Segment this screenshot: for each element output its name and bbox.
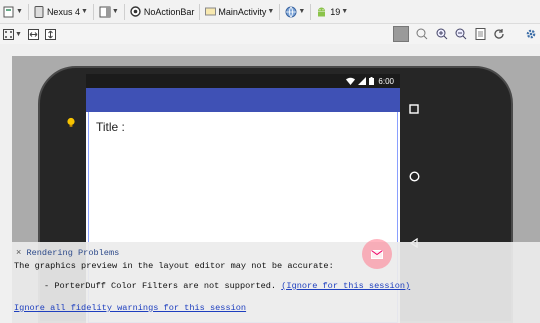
activity-label: MainActivity: [218, 6, 267, 17]
ignore-for-session-link[interactable]: (Ignore for this session): [281, 281, 410, 291]
status-time: 6:00: [378, 76, 394, 86]
zoom-actual-size-button[interactable]: [413, 24, 431, 44]
zoom-in-icon: [436, 28, 448, 40]
ignore-all-fidelity-warnings-link[interactable]: Ignore all fidelity warnings for this se…: [14, 303, 246, 313]
recents-icon: [409, 104, 419, 114]
refresh-icon: [494, 29, 504, 39]
orientation-icon: [99, 6, 111, 17]
zoom-fit-icon: [393, 26, 409, 42]
zoom-out-button[interactable]: [452, 24, 470, 44]
layout-variants-button[interactable]: ▼: [0, 2, 26, 22]
refresh-button[interactable]: [490, 24, 508, 44]
theme-icon: [130, 6, 141, 17]
api-level-selector[interactable]: 19 ▼: [313, 2, 351, 22]
layout-mode-button[interactable]: ▼: [0, 24, 25, 44]
home-icon: [408, 170, 420, 182]
chevron-down-icon: ▼: [15, 30, 22, 38]
fill-width-button[interactable]: [25, 24, 42, 44]
api-level-label: 19: [330, 6, 341, 17]
fill-width-icon: [27, 28, 39, 40]
rendering-problems-message: The graphics preview in the layout edito…: [14, 261, 334, 271]
locale-selector[interactable]: ▼: [282, 2, 308, 22]
mail-icon: [371, 249, 383, 259]
signal-icon: [358, 77, 367, 85]
orientation-button[interactable]: ▼: [96, 2, 122, 22]
rendering-problems-item: - PorterDuff Color Filters are not suppo…: [44, 281, 410, 291]
fill-height-icon: [44, 28, 56, 40]
device-selector[interactable]: Nexus 4 ▼: [31, 2, 91, 22]
rendering-problems-header: × Rendering Problems: [16, 247, 119, 258]
lightbulb-icon[interactable]: [66, 117, 76, 127]
screenshot-button[interactable]: [471, 24, 489, 44]
rendering-problems-panel: × Rendering Problems The graphics previe…: [12, 242, 540, 323]
gear-icon: [526, 29, 536, 39]
app-bar: [86, 88, 400, 112]
theme-label: NoActionBar: [143, 6, 195, 17]
status-bar: 6:00: [86, 74, 400, 88]
chevron-down-icon: ▼: [341, 8, 349, 15]
close-icon[interactable]: ×: [16, 247, 21, 257]
chevron-down-icon: ▼: [111, 8, 119, 15]
device-label: Nexus 4: [46, 6, 80, 17]
chevron-down-icon: ▼: [298, 8, 306, 15]
zoom-in-button[interactable]: [433, 24, 451, 44]
chevron-down-icon: ▼: [80, 8, 88, 15]
chevron-down-icon: ▼: [267, 8, 275, 15]
zoom-out-icon: [455, 28, 467, 40]
document-icon: [475, 28, 485, 40]
fill-height-button[interactable]: [42, 24, 59, 44]
rendering-problems-heading: Rendering Problems: [26, 248, 120, 258]
layout-editor-toolbar: ▼ Nexus 4 ▼ ▼ NoActionBar MainActivity ▼…: [0, 0, 540, 24]
chevron-down-icon: ▼: [16, 8, 23, 15]
android-icon: [318, 7, 326, 16]
layout-file-icon: [3, 6, 14, 17]
activity-icon: [205, 7, 217, 16]
floating-action-button[interactable]: [362, 239, 392, 269]
wifi-icon: [346, 77, 356, 85]
globe-icon: [285, 6, 297, 17]
grid-icon: [3, 28, 14, 40]
theme-selector[interactable]: NoActionBar: [127, 2, 198, 22]
battery-icon: [369, 77, 375, 85]
zoom-to-fit-button[interactable]: [391, 24, 411, 44]
title-label: Title :: [96, 120, 125, 134]
device-icon: [34, 5, 44, 18]
zoom-actual-icon: [416, 28, 428, 40]
porterduff-item-text: - PorterDuff Color Filters are not suppo…: [44, 281, 277, 291]
settings-button[interactable]: [522, 24, 540, 44]
activity-selector[interactable]: MainActivity ▼: [202, 2, 277, 22]
